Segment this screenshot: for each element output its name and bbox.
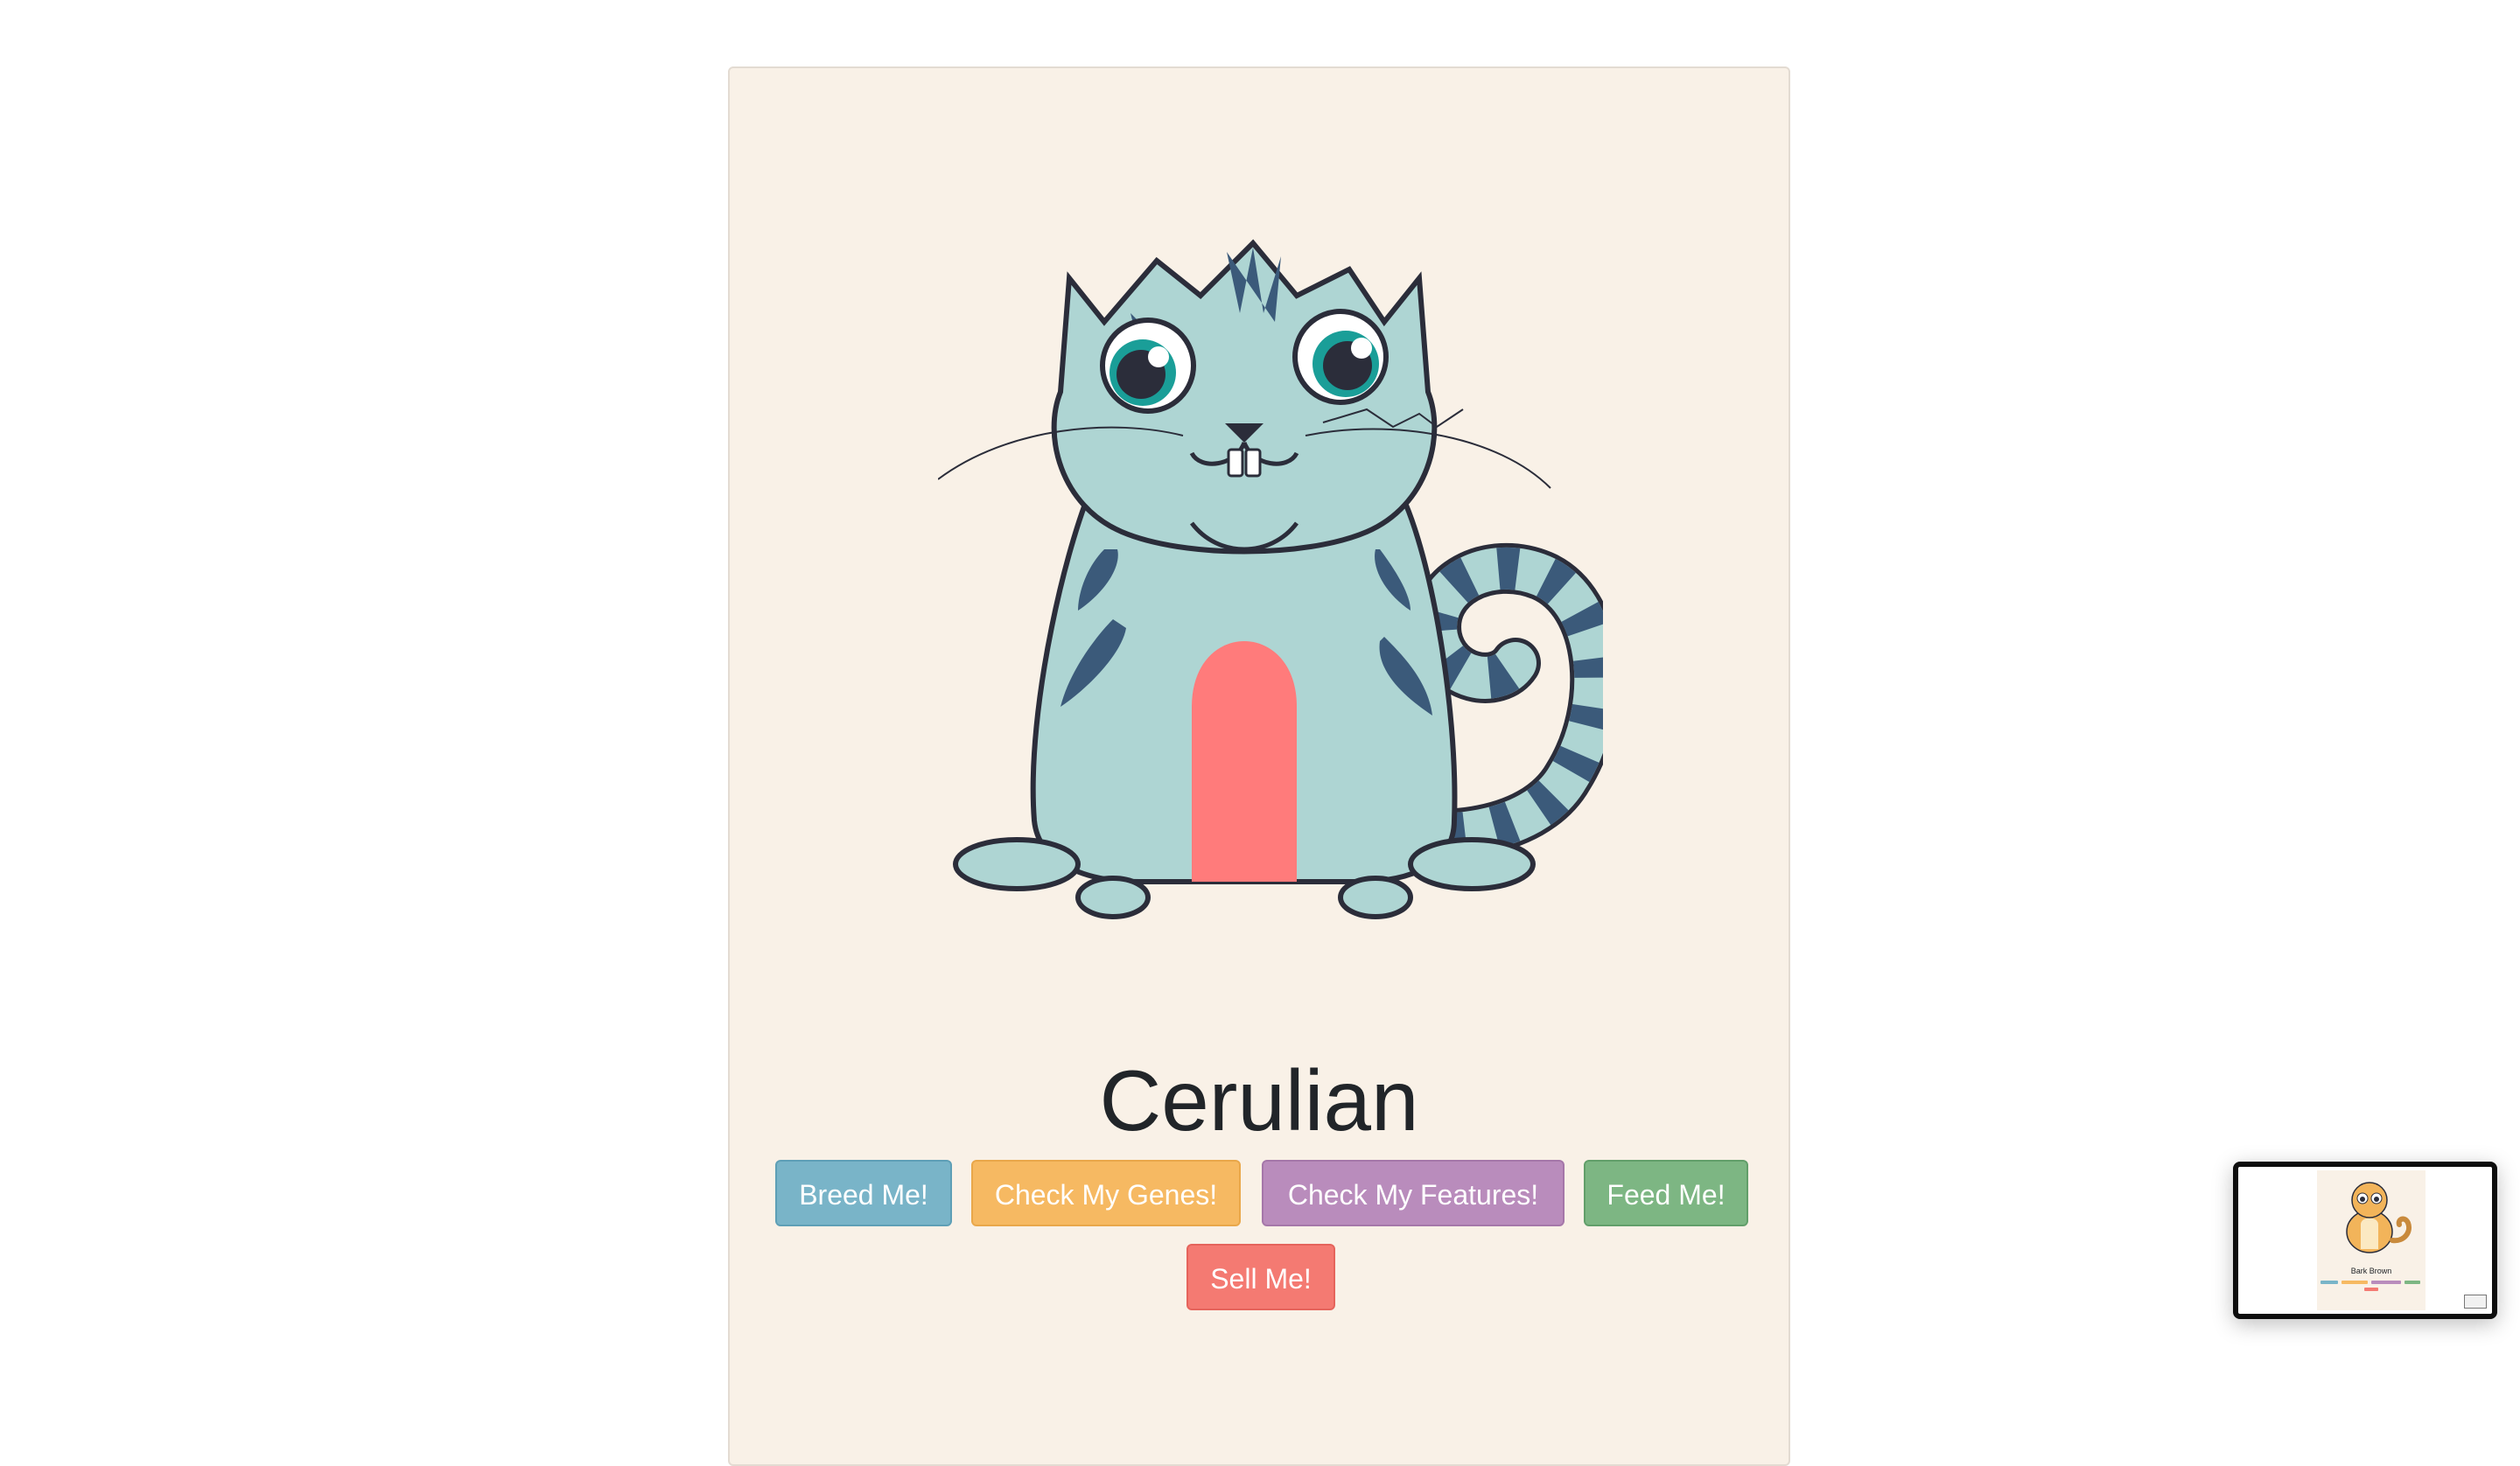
pip-feed-bar: [2404, 1281, 2420, 1284]
cat-illustration: [938, 239, 1603, 919]
pip-kitty-card: Bark Brown: [2317, 1170, 2426, 1310]
check-features-button[interactable]: Check My Features!: [1262, 1160, 1564, 1226]
pip-features-bar: [2371, 1281, 2401, 1284]
pip-genes-bar: [2342, 1281, 2368, 1284]
picture-in-picture-preview[interactable]: Bark Brown: [2233, 1162, 2497, 1319]
cat-head: [1051, 239, 1438, 555]
breed-button[interactable]: Breed Me!: [775, 1160, 952, 1226]
pip-sell-bar: [2364, 1288, 2378, 1291]
kitty-name: Cerulian: [1099, 1052, 1419, 1148]
pip-kitty-name: Bark Brown: [2350, 1267, 2392, 1275]
sell-button[interactable]: Sell Me!: [1186, 1244, 1335, 1310]
picture-in-picture-icon[interactable]: [2464, 1295, 2487, 1309]
pip-cat-thumbnail: [2346, 1182, 2412, 1253]
pip-breed-bar: [2320, 1281, 2338, 1284]
feed-button[interactable]: Feed Me!: [1584, 1160, 1748, 1226]
pip-button-row: [2320, 1281, 2422, 1298]
check-genes-button[interactable]: Check My Genes!: [971, 1160, 1241, 1226]
kitty-card: Cerulian Breed Me! Check My Genes! Check…: [728, 66, 1790, 1466]
